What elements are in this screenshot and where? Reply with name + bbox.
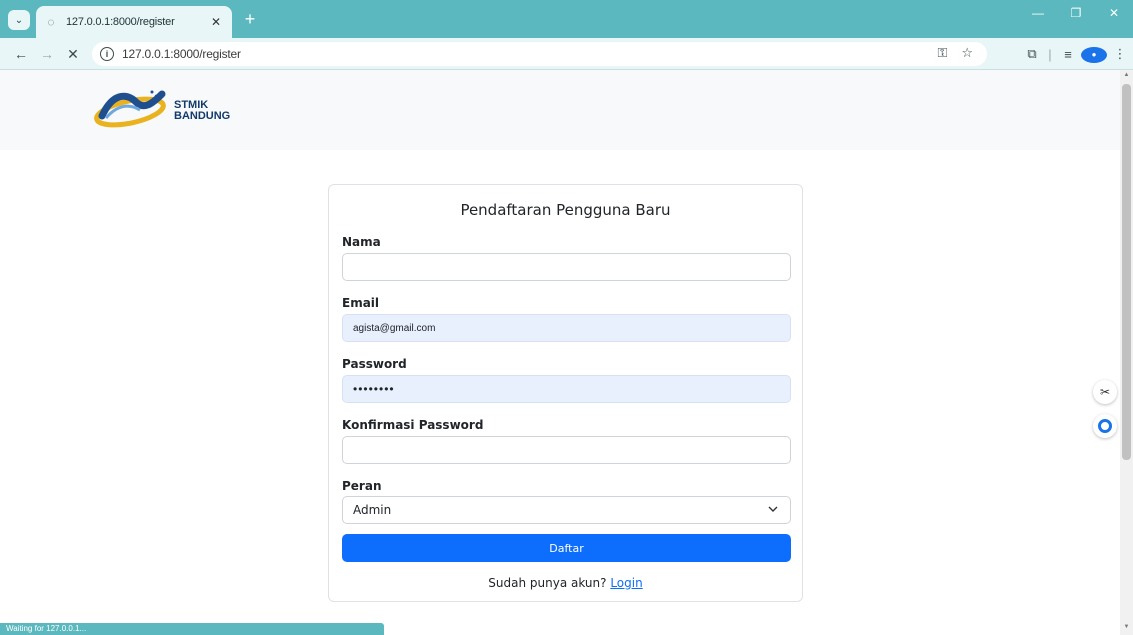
toolbar-actions: ⧉ | ≡ ● ⋮ [1019,42,1133,66]
password-label: Password [342,357,407,371]
name-field[interactable] [342,253,791,281]
key-icon[interactable]: ⚿ [937,45,947,61]
login-link[interactable]: Login [610,576,642,590]
toolbar-divider: | [1048,46,1052,62]
name-label: Nama [342,235,381,249]
role-selected-value: Admin [353,503,392,517]
email-label: Email [342,296,380,310]
arrow-left-icon[interactable]: ← [10,44,32,64]
avatar[interactable]: ● [1081,45,1107,63]
scissors-icon[interactable]: ✂ [1093,380,1117,404]
browser-tab-bar: ⌄ ◌ 127.0.0.1:8000/register ✕ + — ❐ ✕ [0,0,1133,38]
stmik-logo[interactable]: STMIK BANDUNG [92,84,232,132]
kebab-menu-icon[interactable]: ⋮ [1107,46,1133,62]
chevron-down-icon: ⌄ [14,14,24,26]
puzzle-icon[interactable]: ⧉ [1019,46,1045,62]
close-icon[interactable]: ✕ [62,44,84,64]
new-tab-button[interactable]: + [240,9,260,29]
close-window-icon[interactable]: ✕ [1095,0,1133,26]
web-page: STMIK BANDUNG Pendaftaran Pengguna Baru … [0,70,1120,635]
confirm-password-field[interactable] [342,436,791,464]
login-prompt-text: Sudah punya akun? [488,576,611,590]
info-icon[interactable]: i [100,47,114,61]
page-title: Pendaftaran Pengguna Baru [460,201,671,219]
browser-tab[interactable]: ◌ 127.0.0.1:8000/register ✕ [36,6,232,38]
url-text: 127.0.0.1:8000/register [122,47,241,61]
browser-toolbar: ← → ✕ i 127.0.0.1:8000/register ⚿ ☆ ⧉ | … [0,38,1133,70]
scroll-thumb[interactable] [1122,84,1131,460]
logo-swoosh-icon [94,90,166,128]
minimize-icon[interactable]: — [1019,0,1057,26]
arrow-right-icon[interactable]: → [36,44,58,64]
role-label: Peran [342,479,382,493]
close-icon[interactable]: ✕ [208,15,224,29]
chevron-down-icon [768,506,778,512]
address-bar[interactable]: i 127.0.0.1:8000/register ⚿ ☆ [92,42,987,66]
globe-icon: ◌ [47,15,55,29]
register-card: Pendaftaran Pengguna Baru Nama Email Pas… [328,184,803,602]
star-icon[interactable]: ☆ [961,45,973,61]
ring-icon[interactable] [1093,414,1117,438]
password-field[interactable] [342,375,791,403]
scroll-up-icon[interactable]: ▲ [1122,72,1131,78]
tab-title: 127.0.0.1:8000/register [66,16,175,28]
role-select[interactable]: Admin [342,496,791,524]
list-icon[interactable]: ≡ [1055,47,1081,62]
page-scrollbar[interactable]: ▲ ▼ [1120,70,1133,635]
scroll-down-icon[interactable]: ▼ [1122,624,1131,630]
logo-line-2: BANDUNG [174,110,231,122]
logo-text: STMIK BANDUNG [174,100,230,122]
email-field[interactable] [342,314,791,342]
site-header: STMIK BANDUNG [0,70,1120,150]
tab-search-button[interactable]: ⌄ [8,10,30,30]
restore-icon[interactable]: ❐ [1057,0,1095,26]
register-submit-button[interactable]: Daftar [342,534,791,562]
status-bar: Waiting for 127.0.0.1... [0,623,384,635]
window-controls: — ❐ ✕ [1019,0,1133,30]
login-prompt: Sudah punya akun? Login [329,576,802,590]
confirm-password-label: Konfirmasi Password [342,418,484,432]
